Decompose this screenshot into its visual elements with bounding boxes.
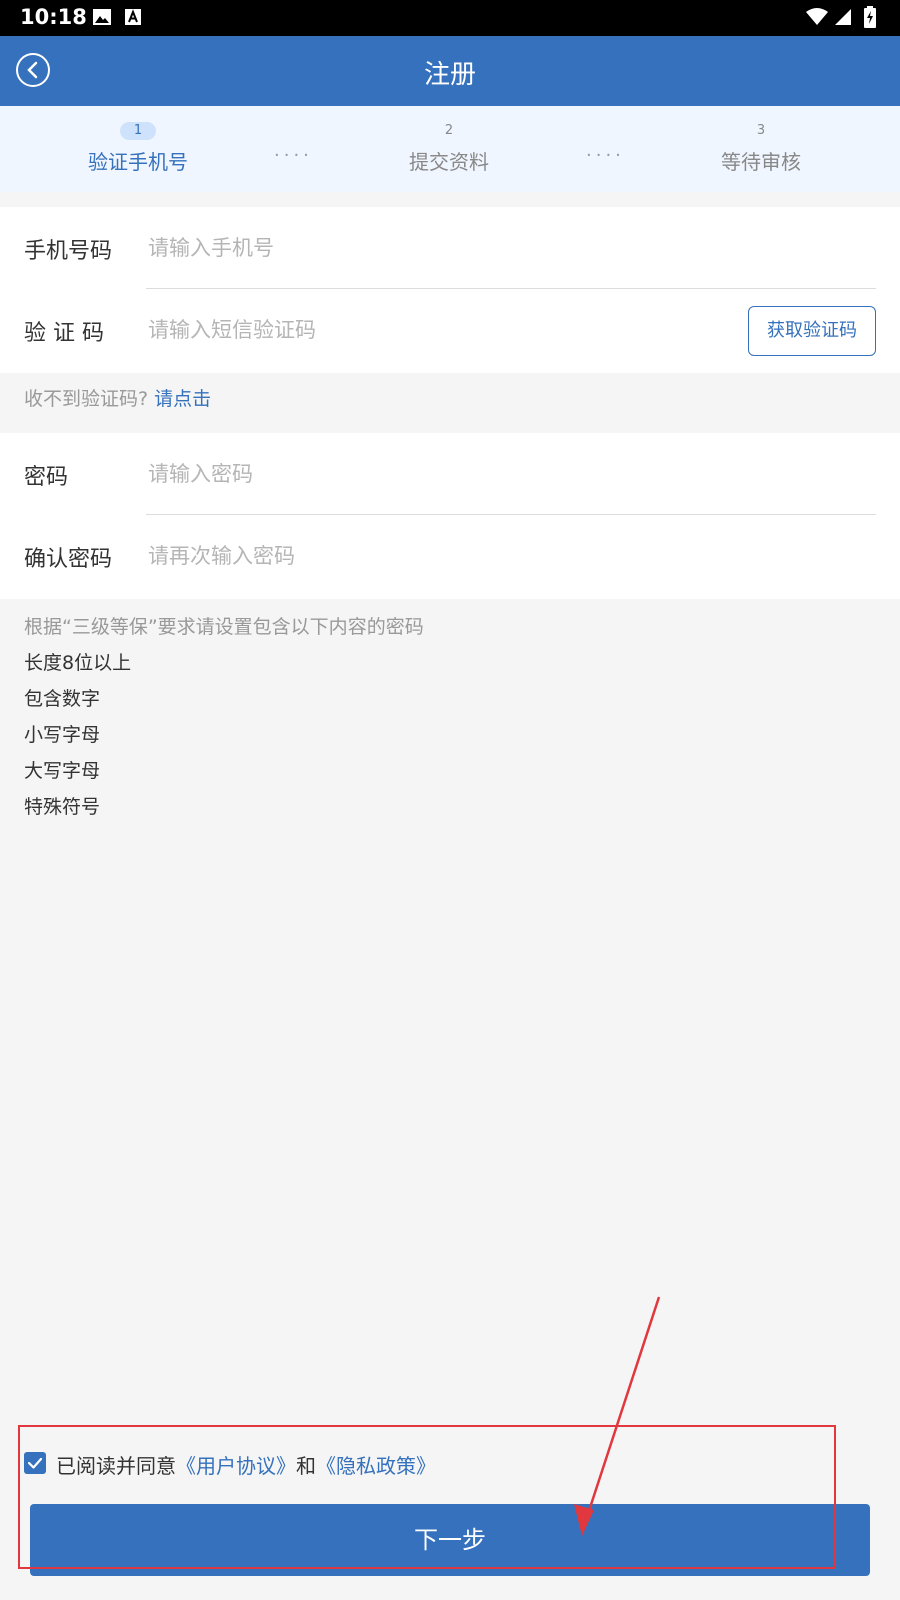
password-rules-intro: 根据“三级等保”要求请设置包含以下内容的密码 (24, 616, 424, 638)
password-input[interactable] (146, 453, 850, 495)
user-agreement-link[interactable]: 《用户协议》 (176, 1454, 296, 1478)
header-bar: 注册 (0, 36, 900, 106)
privacy-policy-link[interactable]: 《隐私政策》 (316, 1454, 436, 1478)
check-icon (27, 1457, 43, 1469)
step-3-number: 3 (756, 123, 766, 138)
password-rule-item: 小写字母 (24, 724, 101, 746)
font-notification-icon (124, 8, 142, 30)
confirm-password-row: 确认密码 (0, 515, 900, 597)
confirm-password-label: 确认密码 (24, 547, 113, 572)
phone-input[interactable] (146, 227, 850, 269)
code-label: 验 证 码 (24, 321, 104, 346)
step-2-number: 2 (444, 123, 454, 138)
step-3-label: 等待审核 (721, 150, 801, 174)
step-separator: ···· (274, 145, 313, 166)
password-rule-item: 大写字母 (24, 760, 101, 782)
signal-icon (834, 8, 852, 30)
agreement-and: 和 (296, 1454, 316, 1478)
step-2: 2 提交资料 (369, 106, 529, 175)
code-row: 验 证 码 获取验证码 (0, 289, 900, 371)
get-code-button[interactable]: 获取验证码 (748, 306, 876, 356)
password-row: 密码 (0, 433, 900, 515)
page-title: 注册 (423, 60, 476, 90)
password-rule-item: 长度8位以上 (24, 652, 132, 674)
phone-row: 手机号码 (0, 207, 900, 289)
status-time: 10:18 (20, 5, 87, 29)
step-3: 3 等待审核 (681, 106, 841, 175)
step-separator: ···· (586, 145, 625, 166)
step-indicator: 1 验证手机号 2 提交资料 3 等待审核 (0, 106, 900, 192)
password-label: 密码 (24, 465, 69, 490)
step-1-number: 1 (119, 122, 157, 140)
code-hint: 收不到验证码? 请点击 (24, 384, 211, 411)
sms-code-input[interactable] (146, 309, 720, 351)
password-rules: 根据“三级等保”要求请设置包含以下内容的密码 长度8位以上 包含数字 小写字母 … (24, 612, 424, 831)
agreement-checkbox[interactable] (24, 1452, 46, 1474)
step-1: 1 验证手机号 (58, 106, 218, 175)
image-notification-icon (92, 8, 112, 30)
confirm-password-input[interactable] (146, 535, 850, 577)
agreement-text: 已阅读并同意《用户协议》和《隐私政策》 (56, 1450, 436, 1479)
password-rule-item: 包含数字 (24, 688, 101, 710)
code-hint-text: 收不到验证码? (24, 388, 149, 410)
password-rule-item: 特殊符号 (24, 796, 101, 818)
phone-label: 手机号码 (24, 239, 113, 264)
next-step-button[interactable]: 下一步 (30, 1504, 870, 1576)
battery-icon (864, 6, 876, 32)
wifi-icon (806, 8, 828, 30)
password-group: 密码 确认密码 (0, 433, 900, 599)
code-hint-link[interactable]: 请点击 (154, 388, 211, 410)
status-bar: 10:18 (0, 0, 900, 36)
agreement-prefix: 已阅读并同意 (56, 1454, 176, 1478)
verification-group: 手机号码 验 证 码 获取验证码 (0, 207, 900, 373)
step-1-label: 验证手机号 (88, 150, 188, 174)
step-2-label: 提交资料 (409, 150, 489, 174)
